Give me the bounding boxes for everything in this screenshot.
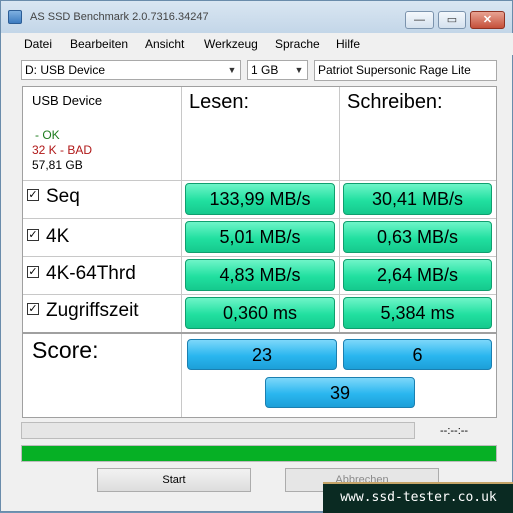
checkbox-4k[interactable]: ✓ [27, 228, 39, 241]
start-button[interactable]: Start [97, 468, 251, 492]
seq-write-result: 30,41 MB/s [343, 183, 492, 215]
title-bar: AS SSD Benchmark 2.0.7316.34247 — ▭ ✕ [1, 1, 512, 33]
grid-divider [23, 294, 496, 295]
watermark-banner: www.ssd-tester.co.uk [323, 482, 513, 513]
row-4k-label[interactable]: ✓ 4K [27, 225, 69, 249]
minimize-button[interactable]: — [405, 11, 434, 29]
access-read-result: 0,360 ms [185, 297, 335, 329]
menu-ansicht[interactable]: Ansicht [145, 37, 184, 51]
row-seq-label[interactable]: ✓ Seq [27, 185, 80, 209]
progress-bar-total [21, 445, 497, 462]
4k64-write-result: 2,64 MB/s [343, 259, 492, 291]
read-column-header: Lesen: [189, 91, 250, 113]
grid-divider [23, 332, 496, 334]
progress-fill-total [22, 446, 496, 461]
drive-alignment: 32 K - BAD [32, 143, 93, 157]
grid-divider [23, 180, 496, 181]
drive-select-value: D: USB Device [25, 63, 106, 77]
grid-divider [23, 256, 496, 257]
menu-datei[interactable]: Datei [24, 37, 52, 51]
4k-read-result: 5,01 MB/s [185, 221, 335, 253]
size-select[interactable]: 1 GB ▼ [247, 60, 308, 80]
grid-divider [181, 87, 182, 333]
app-icon [8, 10, 22, 24]
menu-bar: Datei Bearbeiten Ansicht Werkzeug Sprach… [2, 33, 513, 55]
menu-hilfe[interactable]: Hilfe [336, 37, 360, 51]
score-read: 23 [187, 339, 337, 370]
maximize-button[interactable]: ▭ [438, 11, 466, 29]
score-write: 6 [343, 339, 492, 370]
window-title: AS SSD Benchmark 2.0.7316.34247 [30, 11, 209, 23]
row-4k64-label[interactable]: ✓ 4K-64Thrd [27, 262, 136, 286]
checkbox-access[interactable]: ✓ [27, 302, 39, 315]
elapsed-time: --:--:-- [440, 425, 469, 437]
checkbox-seq[interactable]: ✓ [27, 188, 39, 201]
size-select-value: 1 GB [251, 63, 279, 77]
progress-bar-current [21, 422, 415, 439]
4k64-read-result: 4,83 MB/s [185, 259, 335, 291]
device-name-field[interactable]: Patriot Supersonic Rage Lite [314, 60, 497, 81]
results-grid: USB Device - OK 32 K - BAD 57,81 GB Lese… [22, 86, 497, 418]
row-access-label[interactable]: ✓ Zugriffszeit [27, 299, 139, 323]
4k-write-result: 0,63 MB/s [343, 221, 492, 253]
grid-divider [181, 333, 182, 417]
access-write-result: 5,384 ms [343, 297, 492, 329]
close-button[interactable]: ✕ [470, 11, 505, 29]
write-column-header: Schreiben: [347, 91, 443, 113]
grid-divider [23, 218, 496, 219]
chevron-down-icon: ▼ [227, 65, 237, 75]
seq-read-result: 133,99 MB/s [185, 183, 335, 215]
drive-name: USB Device [32, 93, 103, 108]
menu-bearbeiten[interactable]: Bearbeiten [70, 37, 128, 51]
chevron-down-icon: ▼ [294, 65, 304, 75]
drive-capacity: 57,81 GB [32, 158, 83, 172]
menu-sprache[interactable]: Sprache [275, 37, 320, 51]
drive-status: - OK [35, 128, 60, 142]
grid-divider [339, 87, 340, 333]
app-window: AS SSD Benchmark 2.0.7316.34247 — ▭ ✕ Da… [0, 0, 513, 513]
drive-select[interactable]: D: USB Device ▼ [21, 60, 241, 80]
menu-werkzeug[interactable]: Werkzeug [204, 37, 258, 51]
score-total: 39 [265, 377, 415, 408]
checkbox-4k64[interactable]: ✓ [27, 265, 39, 278]
score-label: Score: [32, 337, 99, 363]
